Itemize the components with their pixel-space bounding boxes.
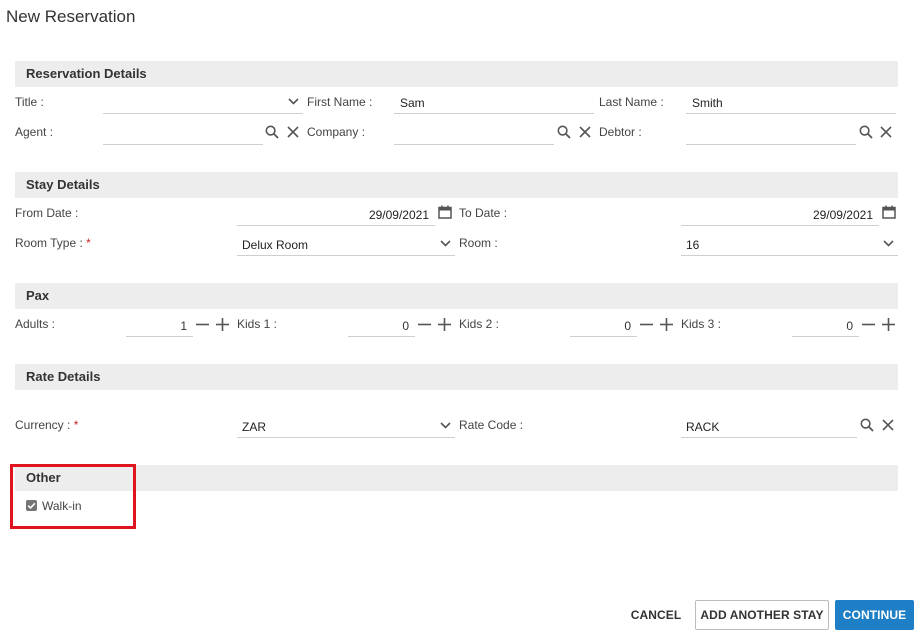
rate-code-value: RACK: [686, 420, 720, 434]
company-label: Company :: [307, 125, 366, 139]
kids2-stepper-input[interactable]: 0: [570, 313, 637, 337]
required-marker: *: [86, 236, 91, 250]
currency-label: Currency : *: [15, 417, 78, 433]
chevron-down-icon[interactable]: [440, 422, 451, 429]
search-icon[interactable]: [859, 125, 873, 139]
kids2-label: Kids 2 :: [459, 317, 500, 331]
calendar-icon[interactable]: [438, 205, 452, 219]
kids2-value: 0: [624, 319, 631, 333]
room-type-select[interactable]: Delux Room: [237, 232, 455, 256]
kids3-label: Kids 3 :: [681, 317, 722, 331]
highlight-box: [10, 464, 136, 529]
search-icon[interactable]: [860, 418, 874, 432]
section-header-pax: Pax: [15, 283, 898, 309]
kids3-value: 0: [846, 319, 853, 333]
minus-icon[interactable]: [196, 318, 209, 331]
minus-icon[interactable]: [862, 318, 875, 331]
last-name-field[interactable]: Smith: [686, 90, 896, 114]
to-date-value: 29/09/2021: [812, 208, 873, 222]
clear-icon[interactable]: [579, 126, 591, 138]
rate-code-label: Rate Code :: [459, 418, 524, 432]
currency-select[interactable]: ZAR: [237, 414, 455, 438]
currency-label-text: Currency :: [15, 418, 71, 432]
debtor-label: Debtor :: [599, 125, 642, 139]
required-marker: *: [73, 418, 79, 432]
last-name-label: Last Name :: [599, 95, 664, 109]
title-label: Title :: [15, 95, 44, 109]
chevron-down-icon[interactable]: [883, 240, 894, 247]
room-value: 16: [686, 238, 700, 252]
continue-button[interactable]: CONTINUE: [835, 600, 914, 630]
rate-code-field[interactable]: RACK: [681, 414, 857, 438]
section-header-reservation: Reservation Details: [15, 61, 898, 87]
plus-icon[interactable]: [882, 318, 895, 331]
room-type-label: Room Type : *: [15, 235, 91, 251]
to-date-field[interactable]: 29/09/2021: [681, 202, 879, 226]
cancel-button[interactable]: CANCEL: [624, 600, 688, 630]
agent-field[interactable]: [103, 121, 263, 145]
room-label: Room :: [459, 236, 498, 250]
calendar-icon[interactable]: [882, 205, 896, 219]
chevron-down-icon[interactable]: [288, 98, 299, 105]
debtor-field[interactable]: [686, 121, 856, 145]
clear-icon[interactable]: [880, 126, 892, 138]
room-type-label-text: Room Type :: [15, 236, 83, 250]
plus-icon[interactable]: [216, 318, 229, 331]
section-header-rate: Rate Details: [15, 364, 898, 390]
first-name-label: First Name :: [307, 95, 373, 109]
company-field[interactable]: [394, 121, 554, 145]
page-title: New Reservation: [6, 7, 136, 26]
kids1-value: 0: [402, 319, 409, 333]
chevron-down-icon[interactable]: [440, 240, 451, 247]
search-icon[interactable]: [265, 125, 279, 139]
section-header-stay: Stay Details: [15, 172, 898, 198]
minus-icon[interactable]: [640, 318, 653, 331]
section-header-other: Other: [15, 465, 898, 491]
last-name-value: Smith: [692, 96, 723, 110]
kids1-label: Kids 1 :: [237, 317, 278, 331]
clear-icon[interactable]: [287, 126, 299, 138]
room-select[interactable]: 16: [681, 232, 898, 256]
from-date-value: 29/09/2021: [368, 208, 429, 222]
clear-icon[interactable]: [882, 419, 894, 431]
first-name-field[interactable]: Sam: [394, 90, 594, 114]
from-date-label: From Date :: [15, 206, 79, 220]
from-date-field[interactable]: 29/09/2021: [237, 202, 435, 226]
agent-label: Agent :: [15, 125, 54, 139]
title-select[interactable]: [103, 90, 303, 114]
kids1-stepper-input[interactable]: 0: [348, 313, 415, 337]
adults-stepper-input[interactable]: 1: [126, 313, 193, 337]
plus-icon[interactable]: [438, 318, 451, 331]
adults-value: 1: [180, 319, 187, 333]
add-another-stay-button[interactable]: ADD ANOTHER STAY: [695, 600, 829, 630]
to-date-label: To Date :: [459, 206, 508, 220]
first-name-value: Sam: [400, 96, 425, 110]
minus-icon[interactable]: [418, 318, 431, 331]
search-icon[interactable]: [557, 125, 571, 139]
kids3-stepper-input[interactable]: 0: [792, 313, 859, 337]
plus-icon[interactable]: [660, 318, 673, 331]
currency-value: ZAR: [242, 420, 266, 434]
room-type-value: Delux Room: [242, 238, 309, 252]
adults-label: Adults :: [15, 317, 56, 331]
